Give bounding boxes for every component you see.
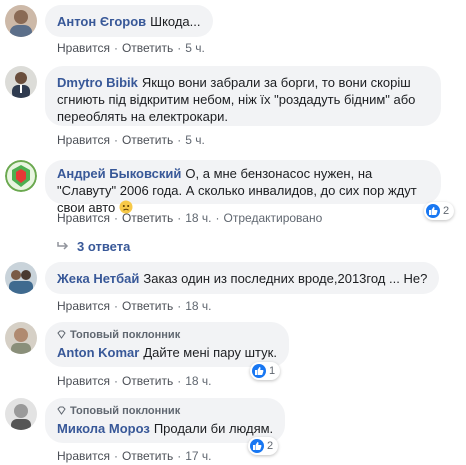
reaction-count[interactable]: 2	[248, 437, 279, 455]
comment-author[interactable]: Андрей Быковский	[57, 166, 181, 181]
comment-time[interactable]: 18 ч.	[185, 299, 211, 313]
comment-text: Дайте мені пару штук.	[143, 345, 277, 360]
reply-arrow-icon	[57, 239, 69, 254]
reply-link[interactable]: Ответить	[122, 41, 173, 55]
comment-bubble: Жека Нетбай Заказ один из последних вроде…	[45, 262, 440, 294]
comment-bubble: Топовый поклонник Anton Komar Дайте мені …	[45, 322, 289, 367]
comment-author[interactable]: Микола Мороз	[57, 421, 150, 436]
avatar[interactable]	[5, 398, 37, 430]
like-link[interactable]: Нравится	[57, 299, 110, 313]
comment-actions: Нравится · Ответить · 18 ч. · Отредактировано	[57, 211, 323, 225]
comment-actions: Нравится · Ответить · 5 ч.	[57, 133, 205, 147]
comment-time[interactable]: 18 ч.	[185, 374, 211, 388]
like-link[interactable]: Нравится	[57, 449, 110, 463]
comment-time[interactable]: 17 ч.	[185, 449, 211, 463]
comment-text: Шкода...	[150, 14, 201, 29]
reply-link[interactable]: Ответить	[122, 449, 173, 463]
comment-actions: Нравится · Ответить · 5 ч.	[57, 41, 205, 55]
comment-author[interactable]: Жека Нетбай	[57, 271, 139, 286]
like-link[interactable]: Нравится	[57, 374, 110, 388]
like-link[interactable]: Нравится	[57, 211, 110, 225]
top-fan-badge: Топовый поклонник	[57, 328, 277, 343]
comment-actions: Нравится · Ответить · 18 ч.	[57, 299, 212, 313]
reply-link[interactable]: Ответить	[122, 374, 173, 388]
comment-actions: Нравится · Ответить · 17 ч.	[57, 449, 212, 463]
comment-text: Продали би людям.	[153, 421, 274, 436]
like-icon	[250, 439, 264, 453]
reply-link[interactable]: Ответить	[122, 133, 173, 147]
reaction-count[interactable]: 1	[250, 362, 281, 380]
diamond-icon	[57, 329, 66, 339]
comment-bubble: Андрей Быковский О, а мне бензонасос нуже…	[45, 160, 441, 215]
comment-author[interactable]: Anton Komar	[57, 345, 139, 360]
avatar[interactable]	[5, 66, 37, 98]
comment-time[interactable]: 5 ч.	[185, 41, 205, 55]
avatar[interactable]	[5, 160, 37, 192]
edited-label[interactable]: Отредактировано	[224, 211, 323, 225]
comment-author[interactable]: Dmytro Bibik	[57, 75, 138, 90]
reply-link[interactable]: Ответить	[122, 211, 173, 225]
like-icon	[252, 364, 266, 378]
comment-bubble: Топовый поклонник Микола Мороз Продали би…	[45, 398, 286, 443]
avatar[interactable]	[5, 5, 37, 37]
comment-time[interactable]: 18 ч.	[185, 211, 211, 225]
diamond-icon	[57, 405, 66, 415]
like-icon	[426, 204, 440, 218]
reply-link[interactable]: Ответить	[122, 299, 173, 313]
top-fan-badge: Топовый поклонник	[57, 404, 273, 419]
comment-bubble: Dmytro Bibik Якщо вони забрали за борги, …	[45, 66, 441, 126]
reaction-count[interactable]: 2	[424, 202, 455, 220]
comment-time[interactable]: 5 ч.	[185, 133, 205, 147]
comment-bubble: Антон Єгоров Шкода...	[45, 5, 213, 37]
comment-text: Заказ один из последних вроде,2013год ..…	[143, 271, 428, 286]
view-replies-link[interactable]: 3 ответа	[57, 239, 130, 254]
avatar[interactable]	[5, 322, 37, 354]
comment-actions: Нравится · Ответить · 18 ч.	[57, 374, 212, 388]
avatar[interactable]	[5, 262, 37, 294]
like-link[interactable]: Нравится	[57, 133, 110, 147]
like-link[interactable]: Нравится	[57, 41, 110, 55]
comment-author[interactable]: Антон Єгоров	[57, 14, 146, 29]
